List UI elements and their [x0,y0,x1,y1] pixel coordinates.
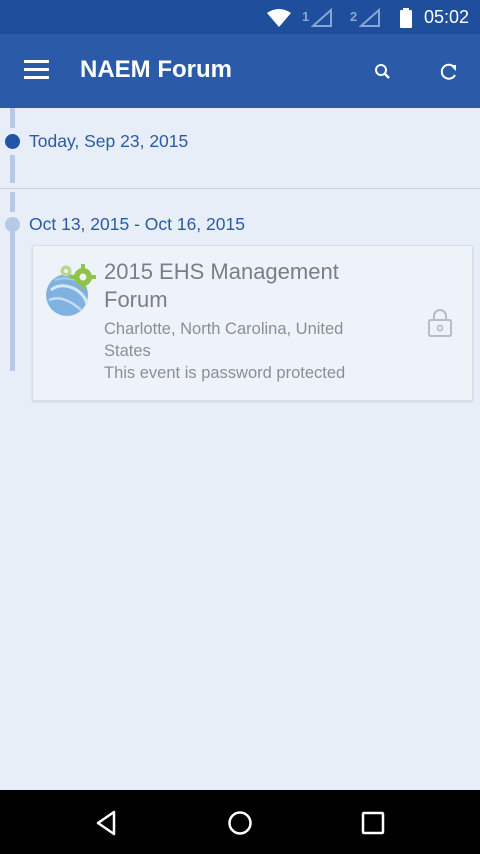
event-location: Charlotte, North Carolina, United States [104,320,344,360]
timeline-line [10,155,15,183]
timeline-line [10,108,15,128]
recents-button[interactable] [356,806,390,840]
today-date: Today, Sep 23, 2015 [29,131,189,151]
page-title: NAEM Forum [80,56,232,83]
today-marker [5,134,20,149]
battery-icon [400,8,412,28]
refresh-button[interactable] [434,58,464,86]
back-icon [96,810,116,836]
timeline-line [10,231,15,371]
home-icon [228,811,252,835]
event-date-range: Oct 13, 2015 - Oct 16, 2015 [29,214,245,234]
status-bar: 1 2 05:02 [0,0,480,34]
password-note: This event is password protected [104,364,346,382]
back-button[interactable] [90,806,124,840]
signal-icon-2 [359,8,380,27]
home-button[interactable] [223,806,257,840]
wifi-icon [267,9,291,27]
menu-button[interactable] [18,54,58,88]
navigation-bar [0,790,480,854]
divider [0,188,480,189]
search-button[interactable] [368,58,398,86]
sim2-label: 2 [350,9,358,24]
event-title: 2015 EHS Management Forum [104,259,339,312]
signal-icon [311,8,332,27]
refresh-icon [440,63,456,80]
clock: 05:02 [423,7,469,27]
lock-icon [428,309,452,337]
app-bar: NAEM Forum [0,34,480,108]
date-marker [5,217,20,232]
timeline-content[interactable]: Today, Sep 23, 2015 Oct 13, 2015 - Oct 1… [0,108,480,790]
recents-icon [361,811,385,835]
gear-globe-logo [46,264,96,316]
search-icon [375,64,390,79]
event-card[interactable]: 2015 EHS Management Forum Charlotte, Nor… [32,245,473,401]
sim1-label: 1 [302,9,310,24]
timeline-line [10,192,15,212]
hamburger-menu-icon [24,60,49,79]
